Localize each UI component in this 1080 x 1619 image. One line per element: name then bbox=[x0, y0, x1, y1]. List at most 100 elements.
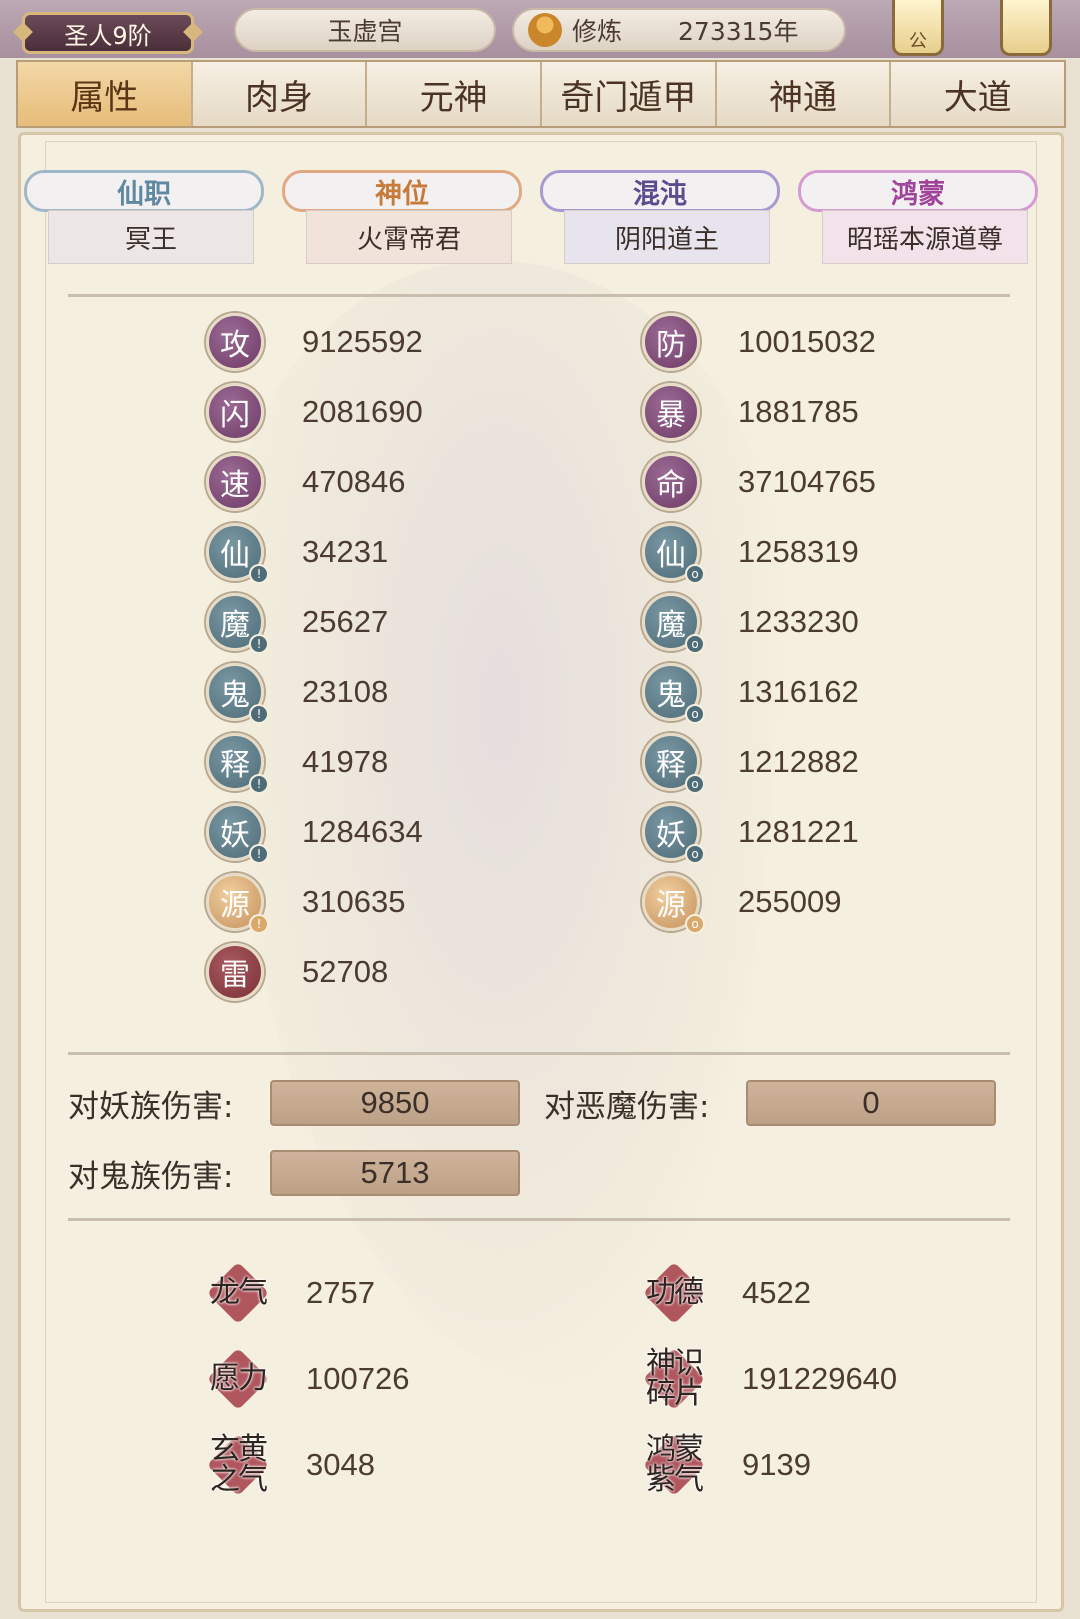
stat-value: 1881785 bbox=[738, 394, 859, 429]
location-pill[interactable]: 玉虚宫 bbox=[234, 8, 496, 52]
resource-value: 191229640 bbox=[742, 1361, 898, 1396]
stat-value: 1284634 bbox=[302, 814, 423, 849]
badge-glyph: 释 bbox=[656, 748, 686, 783]
buddha-defense-icon: 释o bbox=[642, 733, 705, 794]
source-attack-icon: 源! bbox=[206, 873, 269, 934]
demon-defense-icon: 魔o bbox=[642, 593, 705, 654]
badge-glyph: 鬼 bbox=[656, 678, 686, 713]
resource-dragon-qi[interactable]: 龙气 2757 bbox=[204, 1258, 375, 1328]
title-value: 冥王 bbox=[48, 210, 254, 264]
resource-glyph: 龙气 bbox=[210, 1275, 268, 1310]
stat-ghost-attack[interactable]: 鬼! 23108 bbox=[206, 662, 389, 724]
resource-value: 9139 bbox=[742, 1447, 811, 1482]
xuanhuang-qi-icon: 玄黄之气 bbox=[204, 1431, 272, 1499]
stat-thunder[interactable]: 雷 52708 bbox=[206, 942, 388, 1002]
stat-buddha-defense[interactable]: 释o 1212882 bbox=[642, 732, 859, 794]
stat-source-defense[interactable]: 源o 255009 bbox=[642, 872, 841, 934]
stat-life[interactable]: 命 37104765 bbox=[642, 452, 876, 512]
soul-fragment-icon: 神识碎片 bbox=[640, 1345, 708, 1413]
attack-icon: 攻 bbox=[206, 313, 264, 371]
lantern-menu-button[interactable] bbox=[1000, 0, 1052, 56]
wish-power-icon: 愿力 bbox=[204, 1345, 272, 1413]
merit-icon: 功德 bbox=[640, 1259, 708, 1327]
main-tabs: 属性 肉身 元神 奇门遁甲 神通 大道 bbox=[16, 60, 1066, 128]
divider bbox=[68, 294, 1010, 297]
cultivation-pill[interactable]: 修炼 273315年 bbox=[512, 8, 846, 52]
tab-qimen[interactable]: 奇门遁甲 bbox=[542, 62, 717, 126]
dodge-icon: 闪 bbox=[206, 383, 264, 441]
yao-attack-icon: 妖! bbox=[206, 803, 269, 864]
title-value: 阴阳道主 bbox=[564, 210, 770, 264]
stat-demon-defense[interactable]: 魔o 1233230 bbox=[642, 592, 859, 654]
yao-defense-icon: 妖o bbox=[642, 803, 705, 864]
badge-glyph: 源 bbox=[656, 888, 686, 923]
tab-attributes[interactable]: 属性 bbox=[18, 62, 193, 126]
stat-value: 52708 bbox=[302, 954, 389, 989]
stat-buddha-attack[interactable]: 释! 41978 bbox=[206, 732, 388, 794]
stat-yao-attack[interactable]: 妖! 1284634 bbox=[206, 802, 423, 864]
damage-vs-yao: 对妖族伤害: 9850 bbox=[68, 1080, 520, 1126]
title-value: 昭瑶本源道尊 bbox=[822, 210, 1028, 264]
stat-attack[interactable]: 攻 9125592 bbox=[206, 312, 423, 372]
resource-merit[interactable]: 功德 4522 bbox=[640, 1258, 811, 1328]
resource-wish-power[interactable]: 愿力 100726 bbox=[204, 1344, 409, 1414]
resource-hongmeng-purple-qi[interactable]: 鸿蒙紫气 9139 bbox=[640, 1430, 811, 1500]
shield-mark-icon: o bbox=[685, 634, 705, 654]
badge-glyph: 鬼 bbox=[220, 678, 250, 713]
title-chaos[interactable]: 混沌 阴阳道主 bbox=[540, 166, 780, 270]
shield-mark-icon: o bbox=[685, 564, 705, 584]
stat-immortal-defense[interactable]: 仙o 1258319 bbox=[642, 522, 859, 584]
stat-immortal-attack[interactable]: 仙! 34231 bbox=[206, 522, 388, 584]
stat-source-attack[interactable]: 源! 310635 bbox=[206, 872, 405, 934]
tab-body[interactable]: 肉身 bbox=[192, 62, 368, 126]
resource-xuanhuang-qi[interactable]: 玄黄之气 3048 bbox=[204, 1430, 375, 1500]
stat-value: 23108 bbox=[302, 674, 389, 709]
tab-dao[interactable]: 大道 bbox=[891, 62, 1065, 126]
attack-mark-icon: ! bbox=[249, 564, 269, 584]
attack-mark-icon: ! bbox=[249, 844, 269, 864]
badge-glyph: 魔 bbox=[220, 608, 250, 643]
resource-glyph: 功德 bbox=[646, 1275, 704, 1310]
stat-value: 10015032 bbox=[738, 324, 876, 359]
tab-spirit[interactable]: 元神 bbox=[367, 62, 543, 126]
divider bbox=[68, 1052, 1010, 1055]
damage-label: 对鬼族伤害: bbox=[68, 1158, 234, 1195]
lantern-notice-button[interactable]: 公 bbox=[892, 0, 944, 56]
stat-yao-defense[interactable]: 妖o 1281221 bbox=[642, 802, 859, 864]
title-hongmeng[interactable]: 鸿蒙 昭瑶本源道尊 bbox=[798, 166, 1038, 270]
resource-glyph: 神识碎片 bbox=[646, 1346, 704, 1411]
resource-value: 100726 bbox=[306, 1361, 410, 1396]
stat-value: 1212882 bbox=[738, 744, 859, 779]
stat-value: 1258319 bbox=[738, 534, 859, 569]
cultivation-value: 273315年 bbox=[678, 17, 799, 46]
resource-soul-fragments[interactable]: 神识碎片 191229640 bbox=[640, 1344, 897, 1414]
attack-mark-icon: ! bbox=[249, 634, 269, 654]
title-divine-rank[interactable]: 神位 火霄帝君 bbox=[282, 166, 522, 270]
defense-icon: 防 bbox=[642, 313, 700, 371]
dragon-qi-icon: 龙气 bbox=[204, 1259, 272, 1327]
stat-defense[interactable]: 防 10015032 bbox=[642, 312, 876, 372]
stat-value: 1233230 bbox=[738, 604, 859, 639]
stat-crit[interactable]: 暴 1881785 bbox=[642, 382, 859, 442]
divider bbox=[68, 1218, 1010, 1221]
stat-speed[interactable]: 速 470846 bbox=[206, 452, 405, 512]
damage-vs-ghost: 对鬼族伤害: 5713 bbox=[68, 1150, 520, 1196]
stat-ghost-defense[interactable]: 鬼o 1316162 bbox=[642, 662, 859, 724]
damage-label: 对恶魔伤害: bbox=[544, 1088, 710, 1125]
resource-value: 4522 bbox=[742, 1275, 811, 1310]
life-icon: 命 bbox=[642, 453, 700, 511]
damage-vs-demon: 对恶魔伤害: 0 bbox=[544, 1080, 996, 1126]
stat-dodge[interactable]: 闪 2081690 bbox=[206, 382, 423, 442]
stat-demon-attack[interactable]: 魔! 25627 bbox=[206, 592, 388, 654]
attack-mark-icon: ! bbox=[249, 914, 269, 934]
tab-powers[interactable]: 神通 bbox=[716, 62, 892, 126]
stat-value: 470846 bbox=[302, 464, 406, 499]
stat-value: 1281221 bbox=[738, 814, 859, 849]
damage-value: 0 bbox=[746, 1080, 996, 1126]
shield-mark-icon: o bbox=[685, 844, 705, 864]
speed-icon: 速 bbox=[206, 453, 264, 511]
badge-glyph: 释 bbox=[220, 748, 250, 783]
rank-badge[interactable]: 圣人9阶 bbox=[22, 12, 194, 54]
resource-value: 2757 bbox=[306, 1275, 375, 1310]
title-immortal-post[interactable]: 仙职 冥王 bbox=[24, 166, 264, 270]
